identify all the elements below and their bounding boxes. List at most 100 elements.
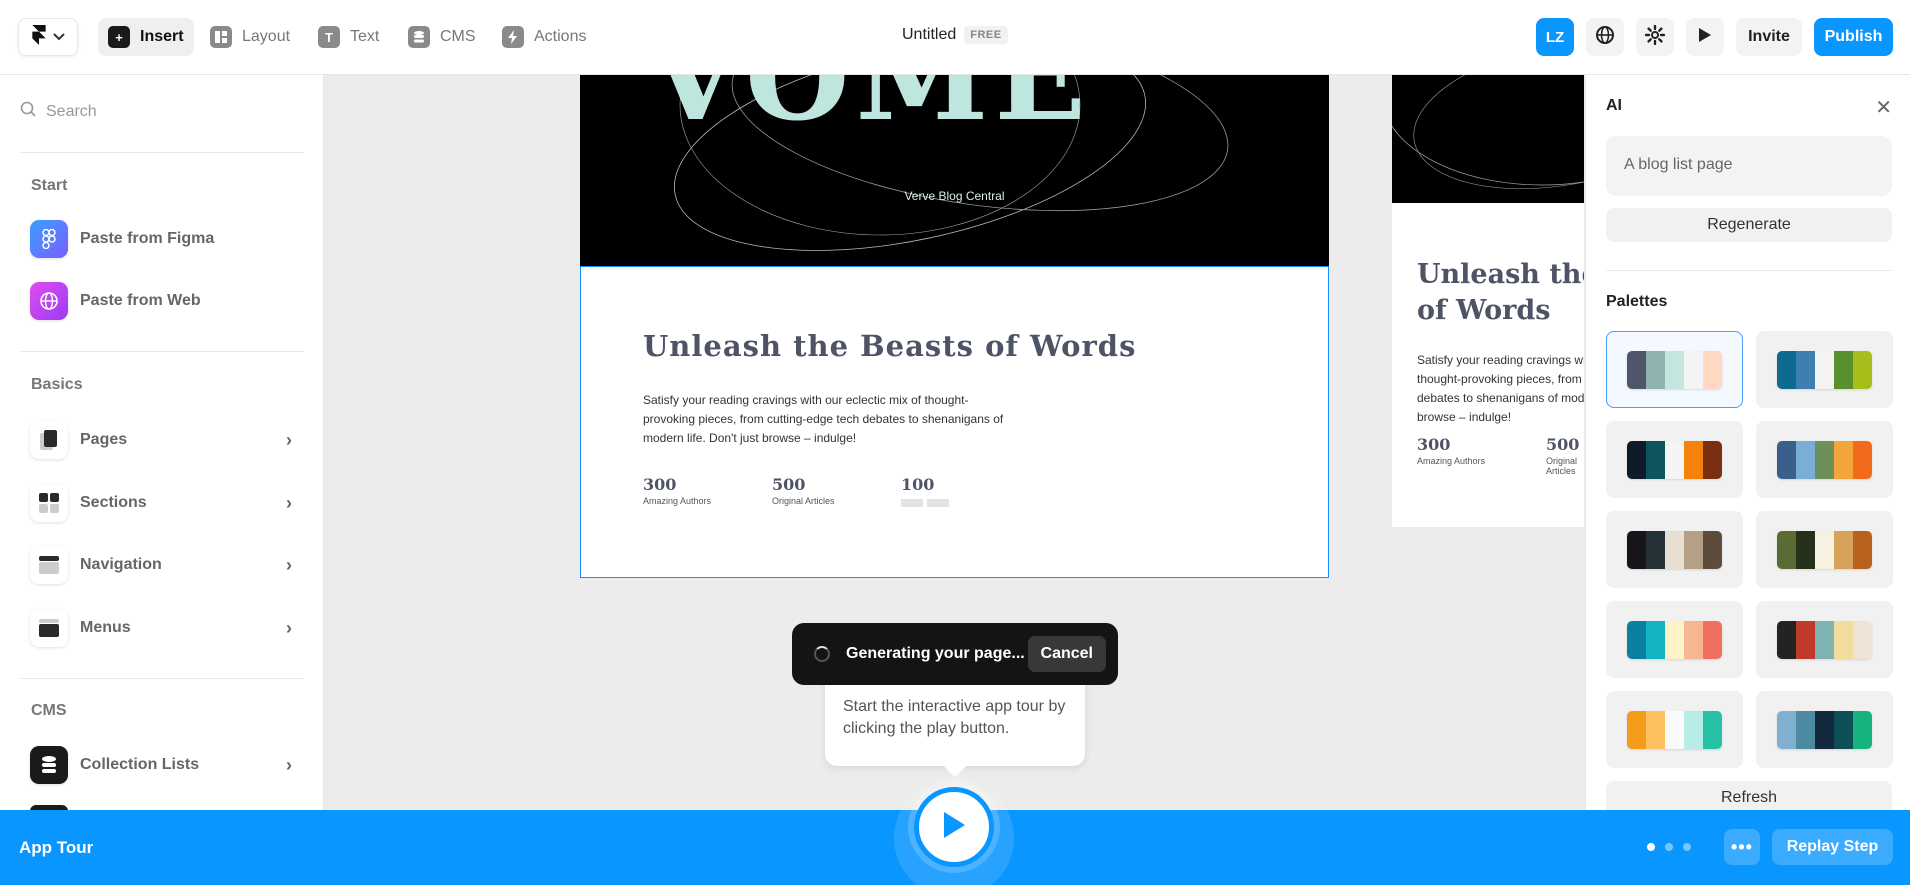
database-icon	[408, 26, 430, 48]
close-icon[interactable]: ✕	[1875, 95, 1892, 120]
pages-icon	[30, 421, 68, 459]
palette-option[interactable]	[1756, 601, 1893, 678]
preview-headline: Unleash the Beasts of Words	[1417, 259, 1584, 326]
color-swatch	[1703, 350, 1722, 389]
sidebar-item-label: Collection Lists	[80, 756, 200, 773]
bolt-icon	[502, 26, 524, 48]
color-swatch	[1777, 620, 1796, 659]
chevron-right-icon: ›	[286, 554, 292, 575]
divider	[20, 351, 304, 352]
regenerate-button[interactable]: Regenerate	[1606, 208, 1892, 242]
color-swatch	[1796, 710, 1815, 749]
divider	[20, 152, 304, 153]
document-title[interactable]: Untitled FREE	[902, 26, 1008, 44]
sidebar-item-label: Paste from Figma	[80, 230, 215, 247]
palette-option[interactable]	[1606, 421, 1743, 498]
chevron-right-icon: ›	[286, 492, 292, 513]
stat-number: 100	[901, 475, 935, 494]
sidebar-item-pages[interactable]: Pages ›	[30, 420, 292, 460]
palette-option[interactable]	[1606, 511, 1743, 588]
globe-button[interactable]	[1586, 18, 1624, 56]
sidebar-item-paste-web[interactable]: Paste from Web	[30, 281, 292, 321]
search-input[interactable]: Search	[20, 101, 97, 122]
color-swatch	[1815, 440, 1834, 479]
selected-section[interactable]: Unleash the Beasts of Words Satisfy your…	[580, 266, 1329, 578]
stat-label-loading	[901, 494, 953, 512]
sidebar-item-menus[interactable]: Menus ›	[30, 608, 292, 648]
color-swatch	[1703, 440, 1722, 479]
palette-option[interactable]	[1756, 691, 1893, 768]
toolbar-cms[interactable]: CMS	[398, 18, 486, 56]
chevron-right-icon: ›	[286, 754, 292, 775]
stat-label: Amazing Authors	[1417, 456, 1486, 466]
app-menu-button[interactable]	[18, 18, 78, 56]
preview-section[interactable]: Unleash the Beasts of Words Satisfy your…	[1392, 203, 1584, 527]
divider	[1606, 270, 1892, 271]
color-swatch	[1703, 620, 1722, 659]
invite-button[interactable]: Invite	[1736, 18, 1802, 56]
palette-swatches	[1627, 440, 1722, 479]
cancel-button[interactable]: Cancel	[1027, 636, 1106, 672]
step-dot[interactable]	[1647, 843, 1655, 851]
refresh-button[interactable]: Refresh	[1606, 781, 1892, 810]
section-paragraph: Satisfy your reading cravings with our e…	[643, 393, 1004, 445]
section-heading-basics: Basics	[31, 376, 83, 393]
color-swatch	[1777, 530, 1796, 569]
palette-option[interactable]	[1606, 691, 1743, 768]
color-swatch	[1665, 350, 1684, 389]
color-swatch	[1796, 620, 1815, 659]
more-button[interactable]: •••	[1724, 829, 1760, 865]
color-swatch	[1703, 530, 1722, 569]
step-dot[interactable]	[1683, 843, 1691, 851]
tooltip-tail	[943, 754, 967, 778]
plan-badge: FREE	[964, 26, 1008, 44]
color-swatch	[1853, 620, 1872, 659]
palette-option[interactable]	[1756, 421, 1893, 498]
palette-option[interactable]	[1606, 601, 1743, 678]
sidebar-item-collection-lists[interactable]: Collection Lists ›	[30, 745, 292, 785]
ai-prompt-input[interactable]: A blog list page	[1606, 136, 1892, 196]
ai-panel: AI ✕ A blog list page Regenerate Palette…	[1585, 75, 1910, 810]
toolbar-actions[interactable]: Actions	[492, 18, 596, 56]
color-swatch	[1815, 710, 1834, 749]
palette-option[interactable]	[1756, 331, 1893, 408]
sidebar-item-navigation[interactable]: Navigation ›	[30, 545, 292, 585]
play-icon	[1698, 27, 1712, 48]
globe-icon	[1595, 25, 1615, 50]
color-swatch	[1646, 350, 1665, 389]
palette-swatches	[1627, 620, 1722, 659]
stat-label: Original Articles	[1546, 456, 1578, 476]
sidebar-item-paste-figma[interactable]: Paste from Figma	[30, 219, 292, 259]
sidebar-item-label: Navigation	[80, 556, 162, 573]
toolbar-text[interactable]: T Text	[308, 18, 389, 56]
palette-swatches	[1777, 620, 1872, 659]
color-swatch	[1627, 620, 1646, 659]
toolbar-insert[interactable]: + Insert	[98, 18, 194, 56]
sidebar-item-sections[interactable]: Sections ›	[30, 483, 292, 523]
tour-play-button[interactable]	[914, 787, 994, 867]
toast-message: Generating your page...	[846, 645, 1025, 662]
step-indicator	[1647, 843, 1691, 851]
color-swatch	[1627, 710, 1646, 749]
user-avatar[interactable]: LZ	[1536, 18, 1574, 56]
palette-option[interactable]	[1606, 331, 1743, 408]
color-swatch	[1815, 350, 1834, 389]
color-swatch	[1777, 440, 1796, 479]
framer-logo-icon	[31, 24, 47, 50]
toolbar-layout[interactable]: Layout	[200, 18, 300, 56]
palette-option[interactable]	[1756, 511, 1893, 588]
toolbar-insert-label: Insert	[140, 28, 184, 45]
replay-step-button[interactable]: Replay Step	[1772, 829, 1893, 865]
color-swatch	[1646, 530, 1665, 569]
step-dot[interactable]	[1665, 843, 1673, 851]
hero-section[interactable]: VOME Verve Blog Central	[580, 75, 1329, 266]
database-icon	[30, 746, 68, 784]
settings-button[interactable]	[1636, 18, 1674, 56]
preview-stat-articles: 500 Original Articles	[1546, 435, 1584, 476]
preview-button[interactable]	[1686, 18, 1724, 56]
sidebar-item-label: Paste from Web	[80, 292, 201, 309]
color-swatch	[1684, 620, 1703, 659]
color-swatch	[1684, 350, 1703, 389]
color-swatch	[1853, 350, 1872, 389]
publish-button[interactable]: Publish	[1814, 18, 1893, 56]
